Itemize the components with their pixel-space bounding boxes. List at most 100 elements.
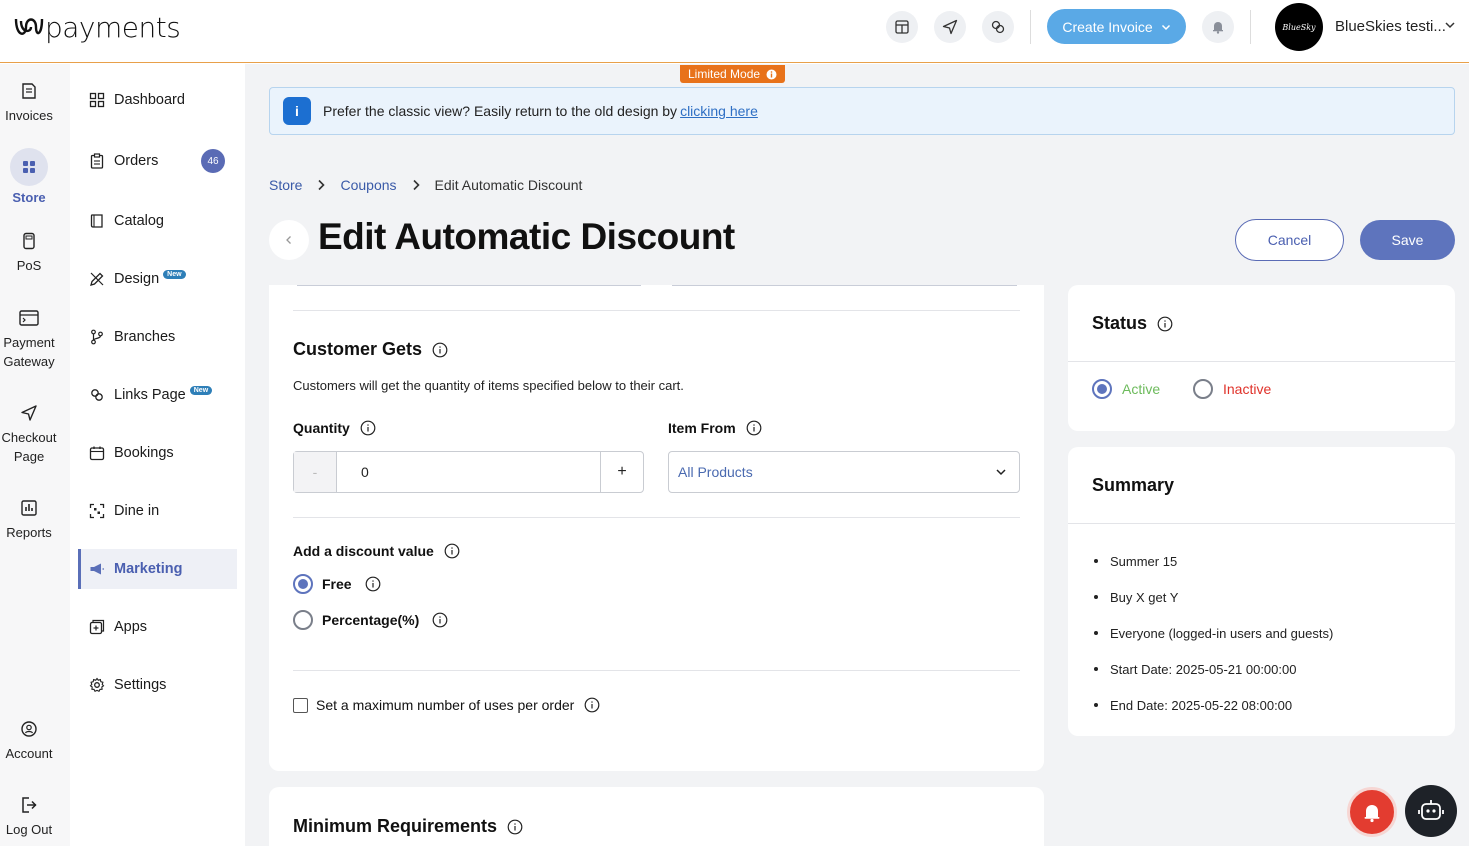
chevron-down-icon[interactable] — [1444, 19, 1456, 31]
increment-button[interactable]: + — [600, 452, 643, 492]
rail-store[interactable]: Store — [0, 148, 58, 207]
chat-assistant-fab[interactable] — [1405, 785, 1457, 837]
divider — [1068, 523, 1455, 524]
notifications-fab[interactable] — [1347, 787, 1397, 837]
max-uses-checkbox[interactable] — [293, 697, 308, 713]
links-icon-button[interactable] — [982, 11, 1014, 43]
sidebar-item-apps[interactable]: Apps — [78, 607, 237, 647]
divider — [1068, 361, 1455, 362]
qr-icon — [89, 503, 105, 519]
info-icon[interactable] — [444, 543, 460, 559]
rail-logout[interactable]: Log Out — [0, 796, 58, 839]
customer-gets-card: Customer Gets Customers will get the qua… — [269, 285, 1044, 771]
sidebar-item-label: Catalog — [114, 213, 164, 229]
info-icon: i — [283, 97, 311, 125]
robot-icon — [1418, 800, 1444, 820]
sidebar-item-catalog[interactable]: Catalog — [78, 201, 237, 241]
quantity-stepper: - 0 + — [293, 451, 644, 493]
sidebar-item-dashboard[interactable]: Dashboard — [78, 80, 237, 120]
item-from-label: Item From — [668, 420, 736, 436]
info-icon[interactable] — [746, 420, 762, 436]
sidebar-item-label: Links Page — [114, 387, 186, 403]
rail-label: Log Out — [5, 822, 53, 837]
send-icon-button[interactable] — [934, 11, 966, 43]
link-icon — [991, 20, 1005, 34]
discount-option-free[interactable]: Free — [293, 574, 381, 594]
rail-reports[interactable]: Reports — [0, 499, 58, 542]
rail-label: Payment Gateway — [0, 333, 58, 371]
sidebar-item-label: Dashboard — [114, 92, 185, 108]
account-name[interactable]: BlueSkies testi... — [1335, 18, 1446, 35]
classic-view-link[interactable]: clicking here — [680, 103, 758, 119]
rail-pos[interactable]: PoS — [0, 232, 58, 275]
percentage-radio[interactable] — [293, 610, 313, 630]
storefront-icon — [895, 20, 909, 34]
info-icon[interactable] — [432, 342, 448, 358]
info-icon[interactable] — [432, 612, 448, 628]
free-radio[interactable] — [293, 574, 313, 594]
max-uses-option[interactable]: Set a maximum number of uses per order — [293, 697, 600, 713]
customer-gets-heading: Customer Gets — [293, 339, 448, 360]
discount-value-label: Add a discount value — [293, 543, 434, 559]
grid-icon — [89, 92, 105, 108]
status-option-active[interactable]: Active — [1092, 379, 1160, 399]
quantity-label-row: Quantity — [293, 420, 376, 436]
sidebar-item-design[interactable]: Design New — [78, 259, 237, 299]
breadcrumb-coupons[interactable]: Coupons — [340, 177, 396, 193]
sidebar-item-dine-in[interactable]: Dine in — [78, 491, 237, 531]
divider — [1250, 10, 1251, 44]
avatar[interactable]: BlueSky — [1275, 3, 1323, 51]
info-icon[interactable] — [360, 420, 376, 436]
account-icon — [21, 721, 37, 737]
status-heading: Status — [1092, 313, 1173, 334]
item-from-select[interactable]: All Products — [668, 451, 1020, 493]
notifications-button[interactable] — [1202, 11, 1234, 43]
breadcrumb-store[interactable]: Store — [269, 177, 302, 193]
sidebar-item-orders[interactable]: Orders 46 — [78, 141, 237, 181]
terminal-window-icon — [19, 310, 39, 326]
calendar-icon — [89, 446, 105, 461]
save-button[interactable]: Save — [1360, 220, 1455, 260]
rail-label: Account — [5, 746, 53, 761]
inactive-radio[interactable] — [1193, 379, 1213, 399]
active-radio[interactable] — [1092, 379, 1112, 399]
brand-logo[interactable]: payments — [12, 10, 181, 44]
cancel-button[interactable]: Cancel — [1235, 219, 1344, 261]
sidebar-item-bookings[interactable]: Bookings — [78, 433, 237, 473]
create-invoice-button[interactable]: Create Invoice — [1047, 9, 1186, 44]
store-icon — [23, 161, 35, 173]
decrement-button[interactable]: - — [294, 452, 337, 492]
back-button[interactable] — [269, 220, 309, 260]
discount-option-percentage[interactable]: Percentage(%) — [293, 610, 448, 630]
limited-mode-badge[interactable]: Limited Mode — [680, 65, 786, 83]
quantity-input[interactable]: 0 — [337, 452, 600, 492]
gear-icon — [89, 677, 105, 693]
breadcrumb-current: Edit Automatic Discount — [434, 177, 583, 193]
logout-icon — [22, 797, 37, 813]
rail-label-line: Gateway — [3, 354, 55, 369]
rail-payment-gateway[interactable]: Payment Gateway — [0, 309, 58, 371]
status-option-inactive[interactable]: Inactive — [1193, 379, 1271, 399]
info-icon[interactable] — [1157, 316, 1173, 332]
summary-item: End Date: 2025-05-22 08:00:00 — [1092, 687, 1333, 723]
summary-item: Buy X get Y — [1092, 579, 1333, 615]
rail-checkout-page[interactable]: Checkout Page — [0, 404, 58, 466]
chevron-down-icon — [996, 469, 1006, 476]
rail-label: PoS — [16, 258, 42, 273]
rail-account[interactable]: Account — [0, 720, 58, 763]
info-icon[interactable] — [584, 697, 600, 713]
info-icon[interactable] — [365, 576, 381, 592]
info-icon[interactable] — [507, 819, 523, 835]
rail-invoices[interactable]: Invoices — [0, 82, 58, 125]
sidebar-item-marketing[interactable]: Marketing — [78, 549, 237, 589]
sidebar-item-label: Bookings — [114, 445, 174, 461]
sidebar-item-settings[interactable]: Settings — [78, 665, 237, 705]
clipboard-icon — [90, 153, 104, 169]
sidebar-item-branches[interactable]: Branches — [78, 317, 237, 357]
orders-count-badge: 46 — [201, 149, 225, 173]
store-icon-button[interactable] — [886, 11, 918, 43]
rail-label-line: Page — [13, 449, 45, 464]
pencil-ruler-icon — [90, 272, 104, 286]
rail-label-line: Checkout — [1, 430, 57, 445]
sidebar-item-links-page[interactable]: Links Page New — [78, 375, 237, 415]
